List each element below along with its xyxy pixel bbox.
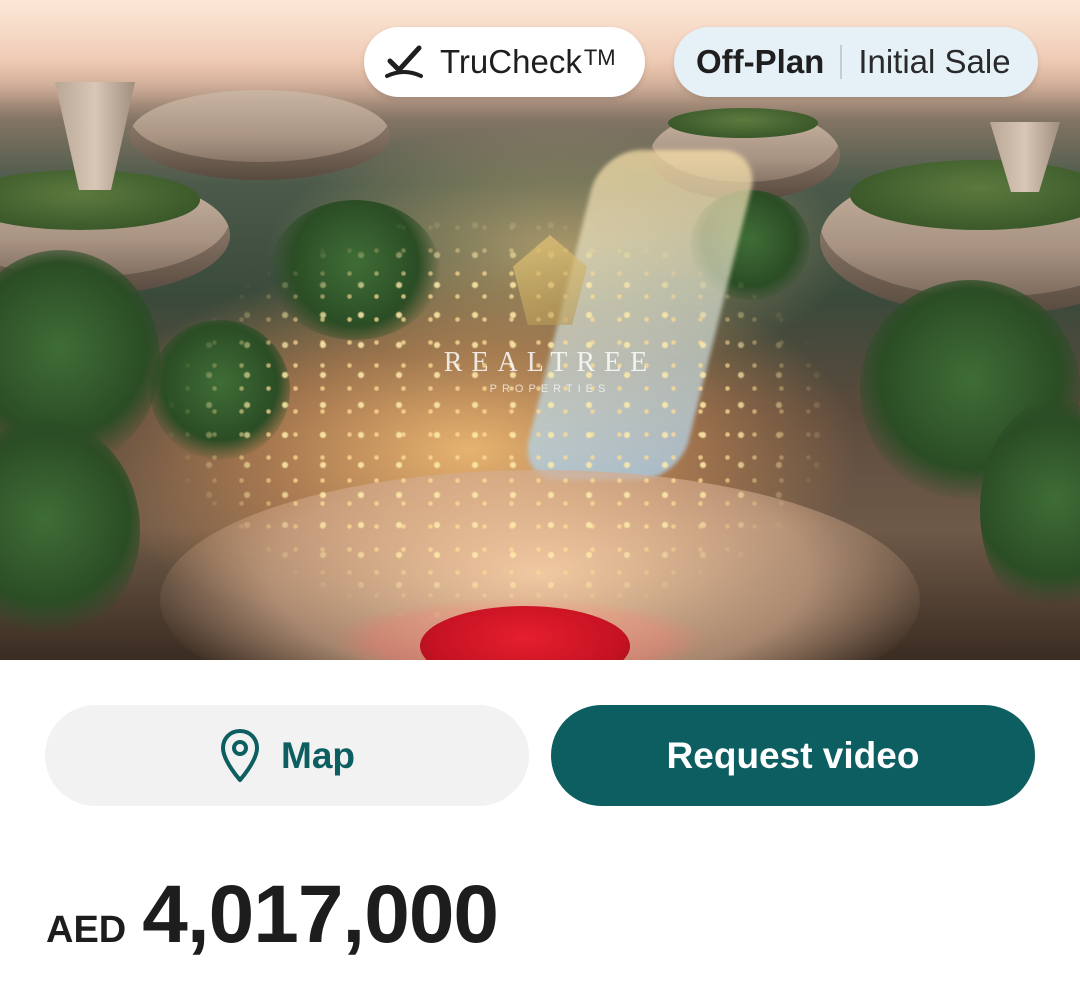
price-amount: 4,017,000 [142, 869, 499, 960]
verified-check-icon [385, 45, 423, 78]
realtree-watermark: REALTREE PROPERTIES [420, 235, 680, 415]
map-button-label: Map [281, 734, 355, 776]
sale-status-badge: Off-Plan Initial Sale [674, 27, 1038, 97]
badge-divider [840, 45, 843, 79]
status-secondary: Initial Sale [858, 43, 1011, 80]
listing-price: AED 4,017,000 [46, 868, 499, 962]
map-button[interactable]: Map [45, 705, 529, 806]
realtree-logo-mark [513, 235, 587, 325]
listing-hero-image[interactable]: REALTREE PROPERTIES TruCheckTM Off-Plan … [0, 0, 1080, 660]
trucheck-label: TruCheckTM [440, 43, 616, 80]
watermark-subtitle: PROPERTIES [489, 383, 611, 395]
request-video-button[interactable]: Request video [551, 705, 1035, 806]
watermark-title: REALTREE [443, 347, 657, 378]
price-currency: AED [46, 909, 127, 951]
trademark-symbol: TM [583, 45, 616, 70]
request-video-label: Request video [666, 734, 920, 776]
trucheck-badge[interactable]: TruCheckTM [364, 27, 645, 97]
location-pin-icon [221, 728, 259, 782]
status-primary: Off-Plan [696, 43, 825, 80]
